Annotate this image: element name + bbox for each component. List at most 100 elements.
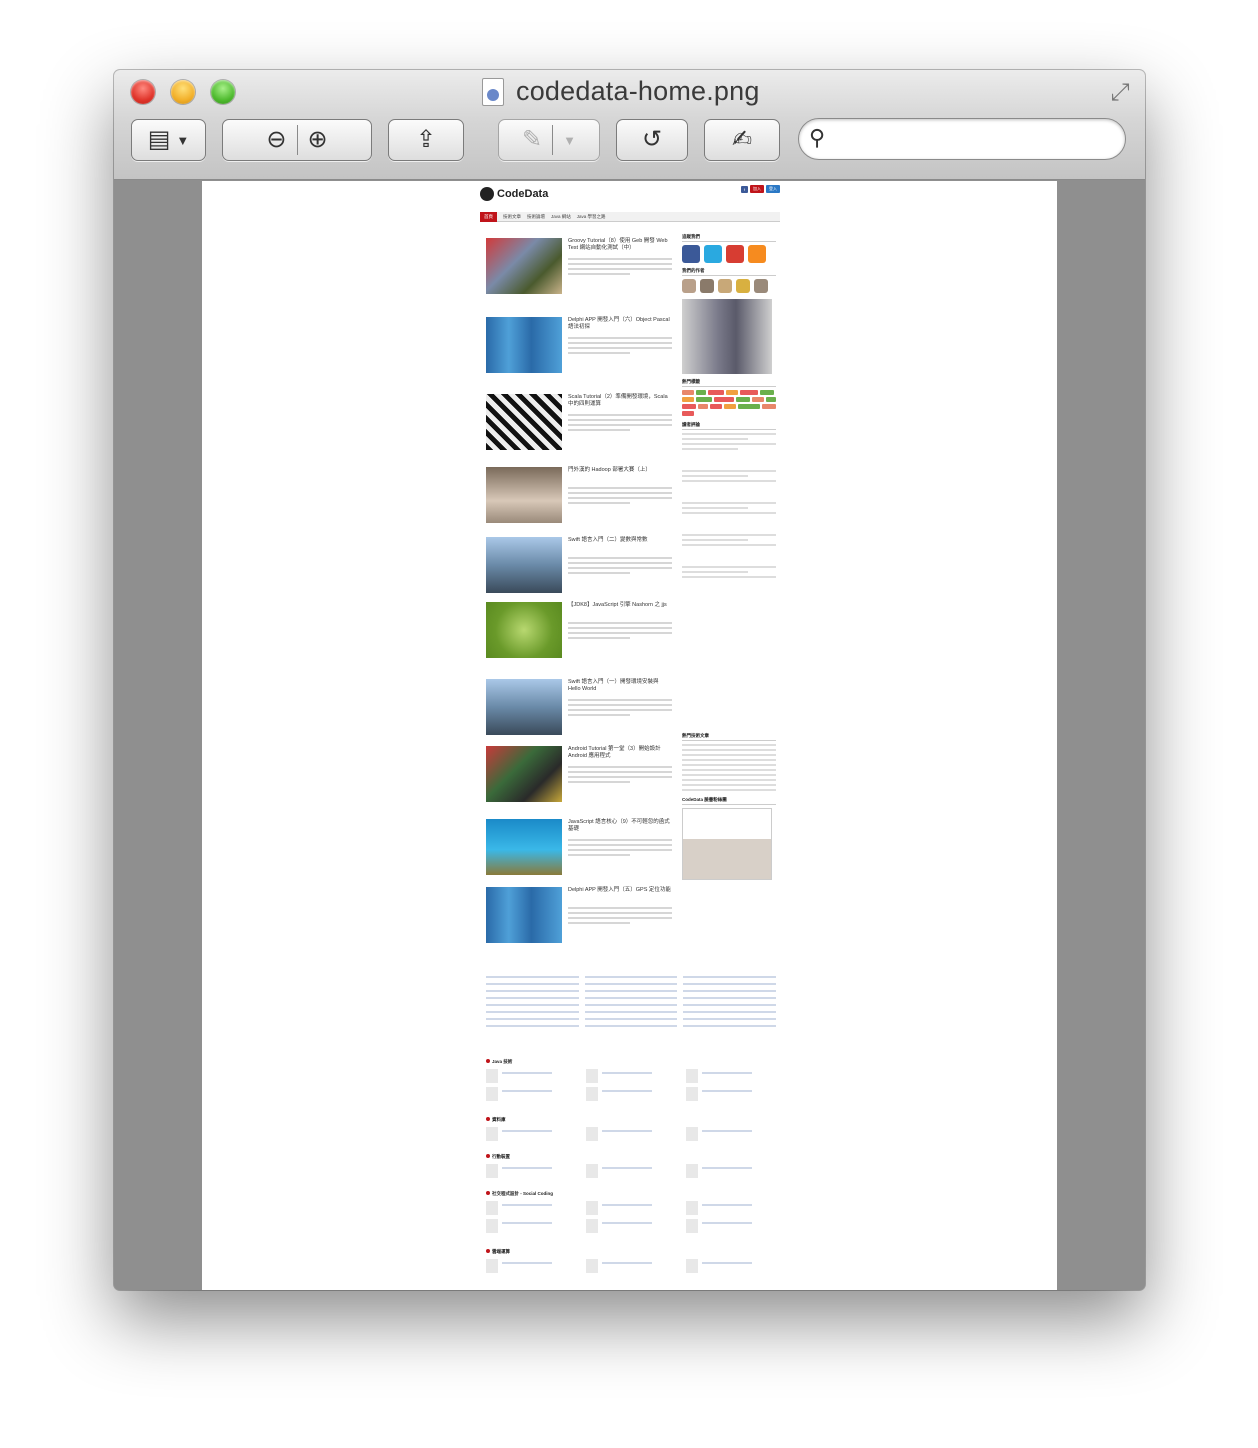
post-thumbnail [486,679,562,735]
footer-section-title: Java 技術 [492,1059,513,1064]
site-name: CodeData [497,188,549,200]
post-thumbnail [486,394,562,450]
post-thumbnail [486,238,562,294]
post-item: 【JDK8】JavaScript 引擎 Nashorn 之 jjs [486,602,676,664]
post-title: Android Tutorial 第一堂（3）開始設計 Android 應用程式 [568,746,661,759]
footer-link-columns [486,971,777,1032]
avatar [736,279,750,293]
document-viewer[interactable]: CodeData f 加入 登入 首頁 技術文章 技術論壇 Java 綱站 Ja… [114,181,1145,1290]
post-excerpt [568,699,672,725]
share-button[interactable]: ⇪ [388,119,464,161]
post-item: Groovy Tutorial（8）使用 Geb 開發 Web Test 網站自… [486,238,676,300]
close-button[interactable] [131,80,155,104]
share-icon: ⇪ [415,126,437,153]
sidebar-toggle-button[interactable]: ▤ ▼ [131,119,206,161]
zoom-button[interactable] [211,80,235,104]
post-excerpt [568,766,672,792]
post-excerpt [568,622,672,648]
post-title: Swift 語言入門（二）變數與常數 [568,537,648,543]
site-top-links: f 加入 登入 [740,185,780,193]
sidebar-heading: 追蹤我們 [682,234,776,242]
post-title: Scala Tutorial（2）準備開發環境，Scala 中的四則運算 [568,394,668,407]
post-item: Scala Tutorial（2）準備開發環境，Scala 中的四則運算 [486,394,676,456]
zoom-out-icon[interactable]: ⊖ [266,128,286,152]
post-item: Delphi APP 開發入門（六）Object Pascal 語法初探 [486,317,676,379]
chevron-down-icon: ▼ [176,132,190,148]
document-icon [482,77,504,106]
post-excerpt [568,487,672,513]
window-title: codedata-home.png [516,76,760,106]
post-title: Groovy Tutorial（8）使用 Geb 開發 Web Test 網站自… [568,238,668,251]
avatar [700,279,714,293]
author-avatars [682,279,776,293]
search-icon: ⚲ [809,125,826,150]
post-thumbnail [486,819,562,875]
nav-forum: 技術論壇 [527,213,545,219]
social-icons [682,245,776,263]
nav-java: Java 綱站 [551,213,571,219]
footer-section-title: 雲端運算 [492,1249,510,1254]
post-excerpt [568,414,672,440]
advertisement-image [682,299,772,374]
sidebar-heading: 讀者評論 [682,422,776,430]
minimize-button[interactable] [171,80,195,104]
nav-java-learning: Java 學習之路 [576,213,606,219]
post-item: Swift 語言入門（一）開發環境安裝與 Hello World [486,679,676,741]
rotate-icon: ↺ [641,126,663,153]
rotate-button[interactable]: ↺ [616,119,688,161]
post-item: JavaScript 語言核心（9）不可輕忽的函式基礎 [486,819,676,881]
site-sidebar: 追蹤我們 我們的作者 熱門標籤 讀者評論 熱門技術文章 CodeData 臉書粉… [682,234,776,880]
chevron-down-icon: ▼ [563,132,576,148]
fullscreen-icon[interactable]: ⤢ [1105,78,1135,108]
facebook-fanpage-widget [682,808,772,880]
footer-section: 雲端運算 [486,1249,776,1273]
site-nav: 首頁 技術文章 技術論壇 Java 綱站 Java 學習之路 [480,211,780,222]
avatar [718,279,732,293]
reader-comments [682,433,776,733]
codedata-screenshot: CodeData f 加入 登入 首頁 技術文章 技術論壇 Java 綱站 Ja… [480,181,780,1290]
post-item: Android Tutorial 第一堂（3）開始設計 Android 應用程式 [486,746,676,808]
facebook-icon: f [740,185,748,193]
post-thumbnail [486,317,562,373]
footer-section-title: 社交程式設計 - Social Coding [492,1191,553,1196]
preview-window: codedata-home.png ⤢ ▤ ▼ ⊖ ⊕ ⇪ ✎ ▼ ↺ ✍ ⚲ [114,70,1145,1290]
tag-cloud [682,390,776,416]
post-thumbnail [486,602,562,658]
pen-icon: ✎ [522,126,543,153]
sidebar-heading: 熱門技術文章 [682,733,776,741]
popular-articles [682,744,776,791]
footer-section: 行動裝置 [486,1154,776,1178]
post-title: Delphi APP 開發入門（五）GPS 定位功能 [568,887,671,893]
zoom-in-icon[interactable]: ⊕ [308,128,328,152]
post-title: 【JDK8】JavaScript 引擎 Nashorn 之 jjs [568,602,667,608]
post-excerpt [568,839,672,865]
post-item: Delphi APP 開發入門（五）GPS 定位功能 [486,887,676,949]
footer-section: Java 技術 [486,1059,776,1101]
join-button: 加入 [750,185,764,193]
post-excerpt [568,258,672,284]
twitter-icon [704,245,722,263]
avatar [754,279,768,293]
post-title: Swift 語言入門（一）開發環境安裝與 Hello World [568,679,659,692]
window-title-area: codedata-home.png [482,76,760,107]
footer-section-title: 行動裝置 [492,1154,510,1159]
rss-icon [748,245,766,263]
sidebar-heading: 我們的作者 [682,268,776,276]
search-field[interactable]: ⚲ [798,118,1126,160]
post-title: JavaScript 語言核心（9）不可輕忽的函式基礎 [568,819,670,832]
sidebar-heading: 熱門標籤 [682,379,776,387]
annotate-button[interactable]: ✎ ▼ [498,119,600,161]
post-title: 門外漢的 Hadoop 部署大賽（上） [568,467,651,473]
post-excerpt [568,337,672,363]
footer-section: 社交程式設計 - Social Coding [486,1191,776,1233]
edit-button[interactable]: ✍ [704,119,780,161]
titlebar: codedata-home.png ⤢ ▤ ▼ ⊖ ⊕ ⇪ ✎ ▼ ↺ ✍ ⚲ [114,70,1145,180]
post-title: Delphi APP 開發入門（六）Object Pascal 語法初探 [568,317,670,330]
nav-articles: 技術文章 [503,213,521,219]
post-item: 門外漢的 Hadoop 部署大賽（上） [486,467,676,529]
post-excerpt [568,907,672,933]
post-excerpt [568,557,672,583]
edit-icon: ✍ [731,126,753,153]
facebook-icon [682,245,700,263]
post-thumbnail [486,887,562,943]
